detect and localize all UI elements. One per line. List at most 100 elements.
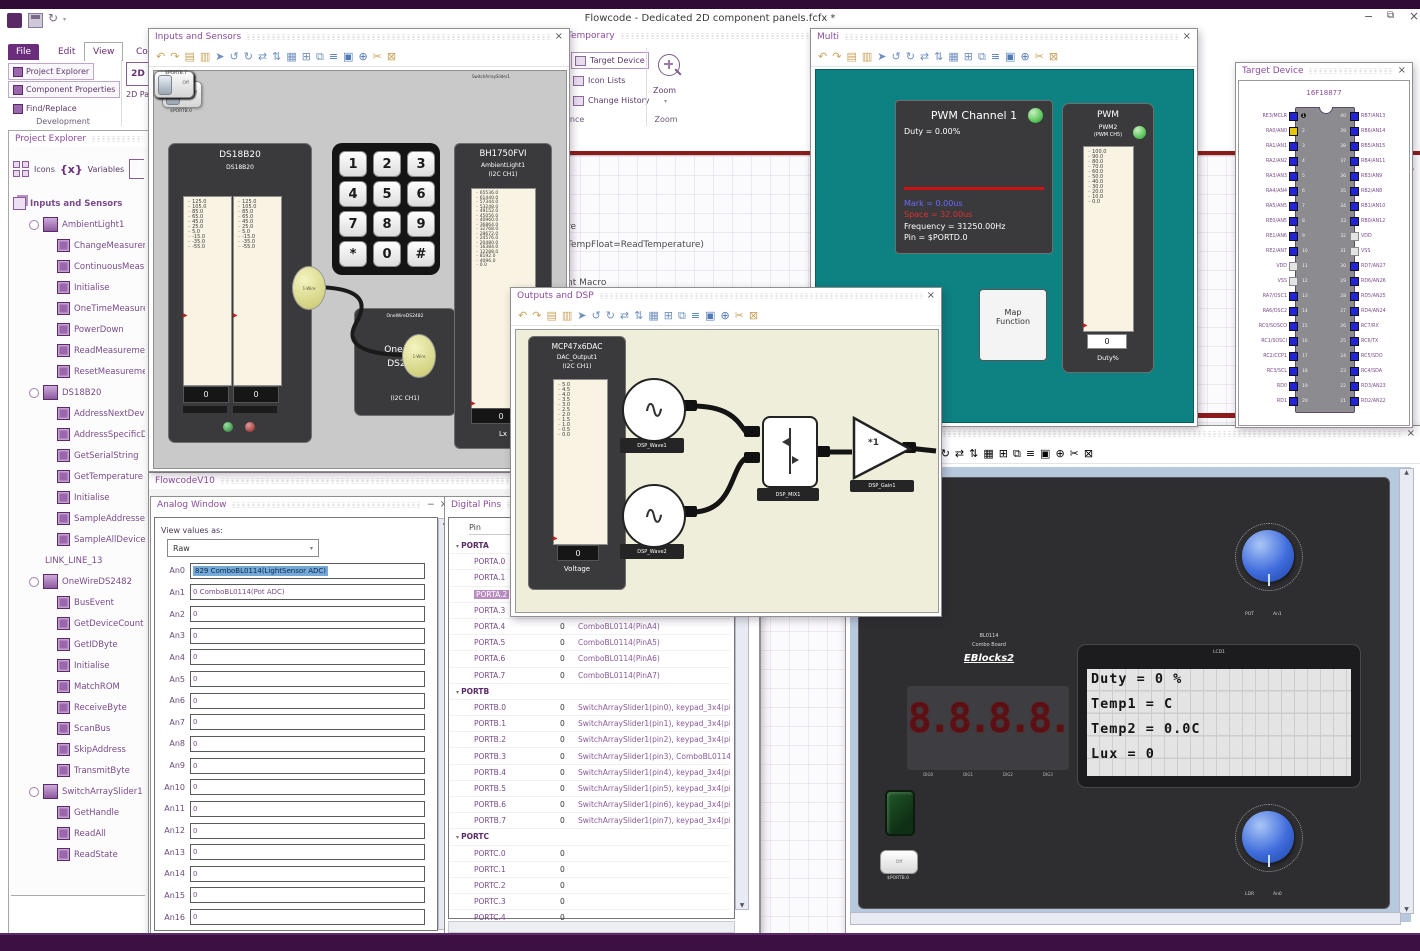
keypad-key[interactable]: 6	[407, 181, 435, 207]
cursor-icon[interactable]: ➤	[215, 51, 224, 62]
pin-row[interactable]: PORTC.2 0	[450, 878, 730, 895]
group-icon[interactable]: ▣	[343, 51, 353, 62]
variables-label[interactable]: Variables	[88, 165, 125, 174]
multi-titlebar[interactable]: Multi ×	[811, 29, 1197, 45]
align-icon[interactable]: ≡	[1026, 448, 1035, 459]
group-icon[interactable]: ▣	[705, 310, 715, 321]
undo-icon[interactable]: ↶	[156, 51, 165, 62]
zoom-dropdown-icon[interactable]: ▾	[664, 98, 667, 105]
zoom-button[interactable]: Zoom	[653, 86, 676, 95]
delete-icon[interactable]: ⊠	[1084, 448, 1093, 459]
pin-row[interactable]: PORTA.4 0 ComboBL0114(PinA4)	[450, 619, 730, 636]
switch-knob[interactable]	[158, 75, 172, 95]
target-icon[interactable]: ⊕	[358, 51, 367, 62]
restore-button[interactable]: ⧉	[1387, 10, 1394, 21]
pin-pad[interactable]	[1289, 232, 1298, 241]
copy-icon[interactable]: ▤	[184, 51, 194, 62]
keypad-key[interactable]: 9	[407, 211, 435, 237]
keypad-key[interactable]: 7	[339, 211, 367, 237]
pin-pad[interactable]	[1289, 307, 1298, 316]
tree-item[interactable]: SkipAddress	[11, 739, 145, 760]
grid-icon[interactable]: ▦	[983, 448, 993, 459]
tab-view[interactable]: View	[84, 42, 124, 61]
channel-value-field[interactable]: 0	[190, 909, 425, 926]
pin-pad[interactable]	[1350, 202, 1359, 211]
pin-pad[interactable]	[1289, 112, 1298, 121]
save-icon[interactable]	[28, 13, 43, 28]
snap-icon[interactable]: ⊞	[964, 51, 973, 62]
close-icon[interactable]: ×	[555, 32, 563, 42]
close-icon[interactable]: ×	[1407, 429, 1415, 439]
channel-value-field[interactable]: 0	[190, 692, 425, 709]
tree-item[interactable]: ReadAll	[11, 823, 145, 844]
outputs-canvas[interactable]: MCP47x6DAC DAC_Output1 (I2C CH1) 5.04.54…	[515, 329, 939, 613]
pin-pad[interactable]	[1289, 367, 1298, 376]
pin-pad[interactable]	[1289, 337, 1298, 346]
variables-icon[interactable]: {x}	[60, 163, 83, 176]
target-icon[interactable]: ⊕	[1055, 448, 1064, 459]
flip-vertical-icon[interactable]: ⇅	[934, 51, 943, 62]
pwm2-slider[interactable]: 100.090.080.070.060.050.040.030.020.010.…	[1083, 146, 1134, 332]
paste-icon[interactable]: ▥	[562, 310, 572, 321]
target-icon[interactable]: ⊕	[720, 310, 729, 321]
slider-marker[interactable]: ▶	[1083, 323, 1088, 329]
slider-marker[interactable]: ▶	[471, 401, 476, 407]
channel-value-field[interactable]: 0 ComboBL0114(Pot ADC)	[190, 584, 425, 601]
pin-row[interactable]: PORTA.5 0 ComboBL0114(PinA5)	[450, 635, 730, 652]
flip-horizontal-icon[interactable]: ⇄	[920, 51, 929, 62]
pin-pad[interactable]	[1289, 157, 1298, 166]
grid-icon[interactable]: ▦	[948, 51, 958, 62]
channel-value-field[interactable]: 0	[190, 800, 425, 817]
align-icon[interactable]: ≡	[329, 51, 338, 62]
close-icon[interactable]: ×	[1183, 32, 1191, 42]
ldr-knob[interactable]	[1242, 811, 1294, 867]
pin-row[interactable]: PORTB.0 0 SwitchArraySlider1(pin0), keyp…	[450, 700, 730, 717]
pin-pad[interactable]	[1350, 397, 1359, 406]
cut-icon[interactable]: ✂	[735, 310, 744, 321]
grid-icon[interactable]: ▦	[286, 51, 296, 62]
tree-item[interactable]: AddressSpecificDevice	[11, 424, 145, 445]
pin-pad[interactable]	[1350, 382, 1359, 391]
rotate-right-icon[interactable]: ↻	[906, 51, 915, 62]
analog-titlebar[interactable]: Analog Window − ×	[151, 497, 454, 513]
undo-icon[interactable]: ↻	[48, 11, 58, 25]
onewire-connector[interactable]: 1-Wire	[402, 334, 436, 378]
tree-item[interactable]: GetDeviceCount	[11, 613, 145, 634]
pin-pad[interactable]	[1350, 262, 1359, 271]
zoom-icon[interactable]	[658, 54, 682, 76]
group-icon[interactable]: ▣	[1040, 448, 1050, 459]
grid-icon[interactable]: ▦	[648, 310, 658, 321]
portb-switch-button[interactable]: Off	[880, 850, 918, 874]
pin-pad[interactable]	[1350, 337, 1359, 346]
dsp-gain-block[interactable]	[852, 416, 916, 482]
flip-vertical-icon[interactable]: ⇅	[272, 51, 281, 62]
pin-pad[interactable]	[1350, 127, 1359, 136]
keypad-key[interactable]: 3	[407, 151, 435, 177]
pot-knob[interactable]	[1242, 530, 1294, 586]
tree-item[interactable]: Inputs and Sensors	[11, 193, 145, 214]
pin-pad[interactable]	[1350, 352, 1359, 361]
pin-pad[interactable]	[1289, 397, 1298, 406]
snap-icon[interactable]: ⊞	[664, 310, 673, 321]
pin-pad[interactable]	[1350, 322, 1359, 331]
rotate-right-icon[interactable]: ↻	[244, 51, 253, 62]
expander-icon[interactable]	[29, 219, 39, 230]
pin-pad[interactable]	[1289, 172, 1298, 181]
pin-pad[interactable]	[1289, 202, 1298, 211]
tab-edit[interactable]: Edit	[50, 44, 83, 60]
tree-item[interactable]: GetTemperature	[11, 466, 145, 487]
pin-pad[interactable]	[1350, 307, 1359, 316]
redo-icon[interactable]: ↷	[170, 51, 179, 62]
flip-horizontal-icon[interactable]: ⇄	[620, 310, 629, 321]
tree-item[interactable]: ScanBus	[11, 718, 145, 739]
redo-icon[interactable]: ↷	[832, 51, 841, 62]
tree-item[interactable]: SwitchArraySlider1	[11, 781, 145, 802]
tree-item[interactable]: TransmitByte	[11, 760, 145, 781]
delete-icon[interactable]: ⊠	[387, 51, 396, 62]
layers-icon[interactable]: ⧉	[678, 310, 686, 321]
minimize-button[interactable]: −	[1364, 10, 1373, 23]
channel-value-field[interactable]: 0	[190, 779, 425, 796]
rotate-right-icon[interactable]: ↻	[941, 448, 950, 459]
tree-item[interactable]: GetIDByte	[11, 634, 145, 655]
pin-row[interactable]: PORTC.1 0	[450, 862, 730, 878]
